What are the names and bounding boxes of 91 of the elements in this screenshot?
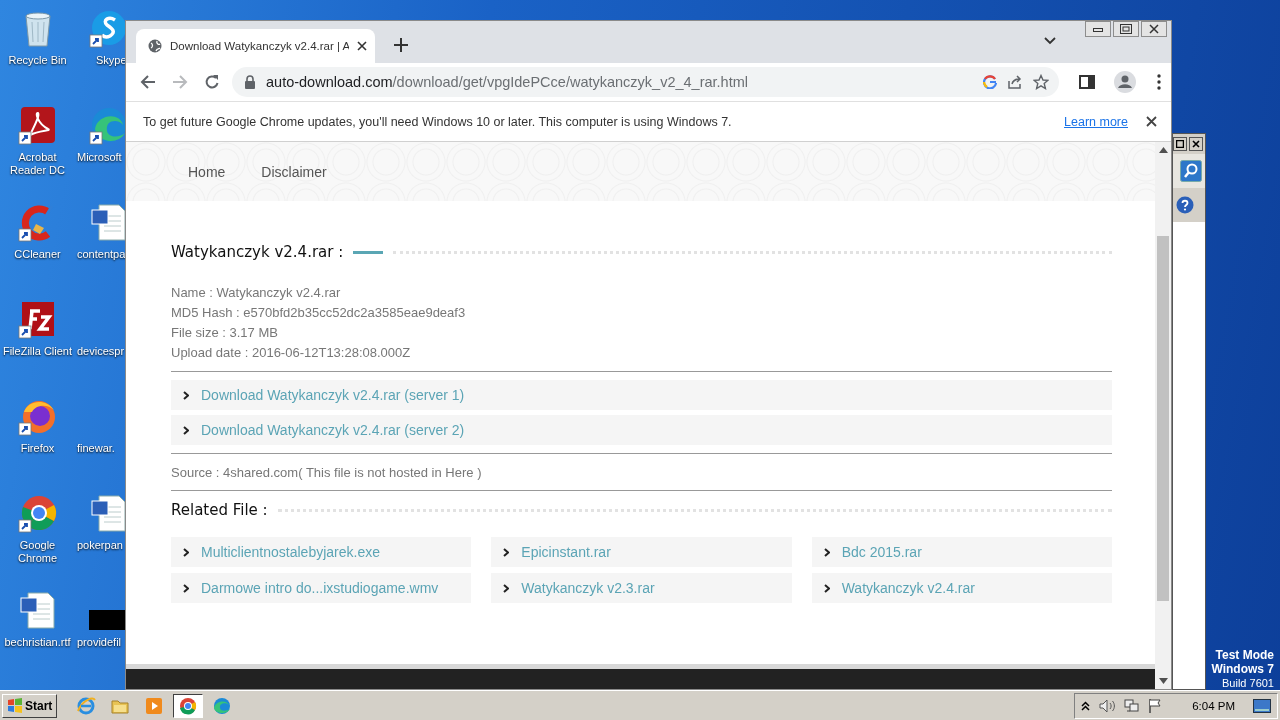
- file-title: Watykanczyk v2.4.rar :: [171, 243, 344, 261]
- chevron-icon: [183, 425, 189, 435]
- desktop-icon[interactable]: [17, 590, 58, 630]
- url-text: auto-download.com/download/get/vpgIdePCce/watykanczyk_v2_4_rar.html: [266, 74, 749, 90]
- desktop-icon-label[interactable]: Recycle Bin: [0, 54, 75, 67]
- desktop-icon-label[interactable]: Acrobat Reader DC: [0, 151, 75, 177]
- scroll-up-icon[interactable]: [1158, 147, 1168, 153]
- chevron-icon: [503, 547, 510, 557]
- desktop-icon-label[interactable]: providefil: [77, 636, 122, 649]
- desktop-icon-label[interactable]: contentpa: [77, 248, 125, 261]
- scrollbar[interactable]: [1155, 142, 1171, 689]
- desktop-icon-label[interactable]: pokerpan: [77, 539, 123, 552]
- lock-icon: [244, 75, 256, 89]
- update-notice: To get future Google Chrome updates, you'll need Windows 10 or later. This computer is using Windows 7.: [143, 114, 733, 129]
- clock[interactable]: 6:04 PM: [1192, 699, 1235, 712]
- scrollbar-thumb[interactable]: [1157, 236, 1169, 601]
- test-mode-text: Windows 7: [1211, 662, 1274, 676]
- windows-logo-icon: [7, 697, 23, 714]
- side-panel-icon[interactable]: [1079, 74, 1095, 90]
- desktop-icon[interactable]: [89, 8, 125, 48]
- file-detail: Name : Watykanczyk v2.4.rar: [171, 284, 342, 302]
- download-link[interactable]: Download Watykanczyk v2.4.rar (server 1): [201, 387, 465, 403]
- minimize-button[interactable]: [1085, 21, 1111, 37]
- related-link[interactable]: Darmowe intro do...ixstudiogame.wmv: [201, 580, 439, 596]
- star-icon[interactable]: [1033, 74, 1049, 90]
- nav-link[interactable]: Disclaimer: [261, 163, 327, 180]
- related-link[interactable]: Watykanczyk v2.4.rar: [841, 580, 975, 596]
- chevron-icon: [503, 583, 510, 593]
- test-mode-text: Test Mode: [1214, 648, 1274, 662]
- related-link[interactable]: Epicinstant.rar: [521, 544, 611, 560]
- flag-icon[interactable]: [1148, 697, 1163, 714]
- desktop-icon[interactable]: [89, 105, 125, 145]
- globe-icon: [148, 39, 162, 53]
- network-icon[interactable]: [1124, 697, 1141, 714]
- desktop-icon[interactable]: [89, 202, 125, 242]
- close-icon: [1149, 24, 1159, 34]
- minimize-icon: [1093, 26, 1103, 32]
- related-link[interactable]: Bdc 2015.rar: [841, 544, 922, 560]
- test-mode-text: Build 7601: [1221, 676, 1274, 690]
- file-detail: File size : 3.17 MB: [171, 324, 279, 342]
- desktop-icon-label[interactable]: CCleaner: [0, 248, 75, 261]
- show-desktop-icon[interactable]: [1253, 698, 1271, 713]
- menu-icon[interactable]: [1157, 74, 1161, 90]
- desktop-icon[interactable]: [89, 493, 125, 533]
- volume-icon[interactable]: [1098, 697, 1117, 714]
- reload-icon[interactable]: [204, 74, 220, 90]
- close-icon: [1192, 140, 1200, 148]
- download-link[interactable]: Download Watykanczyk v2.4.rar (server 2): [201, 422, 465, 438]
- desktop-icon-label[interactable]: devicespr: [77, 345, 125, 358]
- desktop-icon[interactable]: [17, 493, 58, 533]
- maximize-button[interactable]: [1173, 137, 1187, 151]
- restore-icon: [1120, 24, 1132, 34]
- chevron-down-icon[interactable]: [1044, 37, 1056, 45]
- related-link[interactable]: Watykanczyk v2.3.rar: [521, 580, 655, 596]
- desktop-icon[interactable]: [17, 105, 58, 145]
- help-icon[interactable]: [1176, 196, 1194, 214]
- chevron-icon: [183, 390, 189, 400]
- desktop-icon-label[interactable]: bechristian.rtf: [0, 636, 75, 649]
- address-bar[interactable]: auto-download.com/download/get/vpgIdePCce/watykanczyk_v2_4_rar.html: [232, 67, 1059, 97]
- file-detail: MD5 Hash : e570bfd2b35cc52dc2a3585eae9deaf3: [171, 304, 467, 322]
- taskbar-app-button[interactable]: [173, 693, 204, 718]
- related-link[interactable]: Multiclientnostalebyjarek.exe: [201, 544, 380, 560]
- nav-link[interactable]: Home: [188, 163, 226, 180]
- chevron-icon: [183, 583, 189, 593]
- profile-icon[interactable]: [1113, 70, 1137, 94]
- file-detail: Upload date : 2016-06-12T13:28:08.000Z: [171, 344, 412, 362]
- close-button[interactable]: [1189, 137, 1203, 151]
- desktop-icon-label[interactable]: finewar.: [77, 442, 115, 455]
- restore-button[interactable]: [1113, 21, 1139, 37]
- share-icon[interactable]: [1007, 74, 1023, 90]
- desktop-icon-label[interactable]: Firefox: [0, 442, 75, 455]
- chevron-icon: [823, 583, 830, 593]
- scroll-down-icon[interactable]: [1158, 678, 1168, 684]
- search-icon[interactable]: [1180, 160, 1202, 182]
- desktop-icon-label[interactable]: Microsoft: [77, 151, 122, 164]
- back-icon[interactable]: [140, 74, 156, 90]
- chevron-up-icon[interactable]: [1081, 700, 1091, 711]
- chevron-icon: [823, 547, 830, 557]
- close-button[interactable]: [1141, 21, 1167, 37]
- close-icon[interactable]: [1146, 116, 1157, 127]
- related-title: Related File :: [171, 501, 268, 519]
- chevron-icon: [183, 547, 189, 557]
- close-icon[interactable]: [357, 41, 367, 51]
- source-text: Source : 4shared.com( This file is not hosted in Here ): [171, 464, 483, 482]
- desktop-icon-label[interactable]: Google Chrome: [0, 539, 75, 565]
- learn-more-link[interactable]: Learn more: [1064, 114, 1128, 129]
- google-icon[interactable]: [983, 75, 997, 89]
- desktop-icon-label[interactable]: FileZilla Client: [0, 345, 75, 358]
- maximize-icon: [1176, 140, 1184, 148]
- start-button[interactable]: Start: [2, 693, 58, 718]
- accent-bar: [353, 250, 384, 254]
